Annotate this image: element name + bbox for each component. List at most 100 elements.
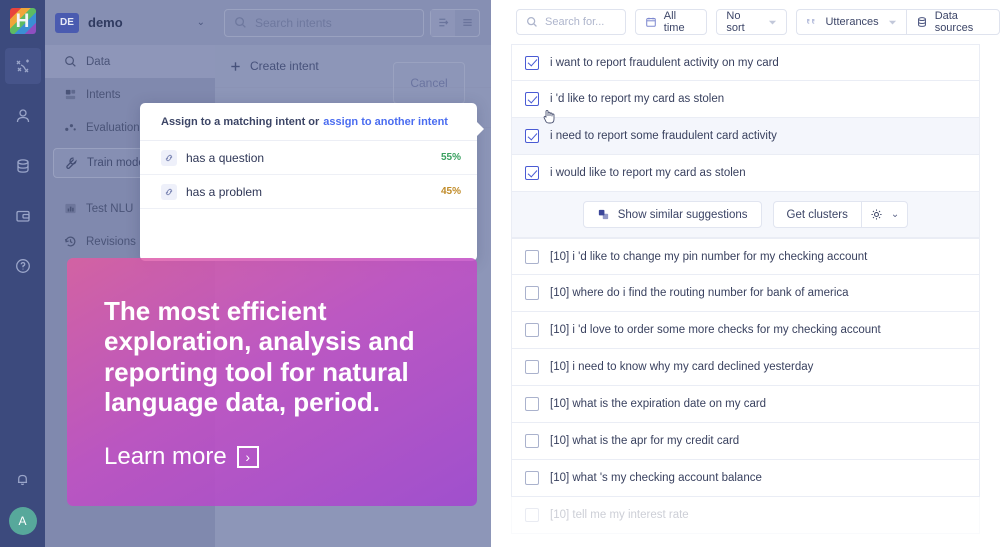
- promo-learn-more-link[interactable]: Learn more ›: [104, 443, 259, 471]
- utterances-filter-label: Utterances: [825, 16, 879, 28]
- row-checkbox[interactable]: [525, 323, 539, 337]
- popover-title: Assign to a matching intent or assign to…: [140, 103, 477, 141]
- wallet-icon: [14, 207, 32, 225]
- row-checkbox[interactable]: [525, 434, 539, 448]
- bell-icon: [14, 471, 31, 488]
- train-model-label: Train model: [87, 157, 148, 169]
- popover-arrow-icon: [476, 121, 484, 137]
- search-intents-input[interactable]: Search intents: [224, 8, 424, 37]
- sidebar-item-data[interactable]: Data: [45, 45, 215, 78]
- intent-confidence: 45%: [440, 186, 461, 197]
- evaluation-icon: [63, 121, 77, 134]
- row-label: i want to report fraudulent activity on …: [550, 56, 779, 69]
- row-label: i need to report some fraudulent card ac…: [550, 130, 777, 142]
- list-item[interactable]: [10] i 'd love to order some more checks…: [511, 312, 980, 349]
- row-label: [10] what is the apr for my credit card: [550, 435, 740, 447]
- intents-icon: [63, 88, 77, 101]
- rail-item-help[interactable]: [5, 248, 41, 284]
- search-placeholder: Search for...: [545, 16, 605, 28]
- promo-cta-label: Learn more: [104, 442, 227, 470]
- row-checkbox[interactable]: [525, 166, 539, 180]
- utterances-filter-button[interactable]: Utterances: [796, 9, 906, 35]
- search-intents-placeholder: Search intents: [255, 15, 332, 30]
- chevron-down-icon: [888, 18, 897, 27]
- search-input[interactable]: Search for...: [516, 9, 626, 35]
- list-item[interactable]: [10] i need to know why my card declined…: [511, 349, 980, 386]
- list-view-button[interactable]: [455, 10, 479, 36]
- app-logo-icon[interactable]: [9, 8, 36, 34]
- wrench-icon: [64, 156, 78, 170]
- rail-item-workflows[interactable]: [4, 48, 41, 84]
- chevron-down-icon: [768, 18, 777, 27]
- database-icon: [916, 16, 928, 28]
- cancel-button[interactable]: Cancel: [393, 62, 465, 104]
- list-item[interactable]: [10] what 's my checking account balance: [511, 460, 980, 497]
- sidebar-item-label: Test NLU: [86, 202, 134, 215]
- list-item[interactable]: i 'd like to report my card as stolen: [511, 81, 980, 118]
- list-item[interactable]: i need to report some fraudulent card ac…: [511, 109, 980, 155]
- promo-title: The most efficient exploration, analysis…: [104, 296, 415, 418]
- row-checkbox[interactable]: [525, 471, 539, 485]
- list-item[interactable]: [10] i 'd like to change my pin number f…: [511, 238, 980, 275]
- help-icon: [14, 257, 32, 275]
- copies-icon: [597, 208, 610, 221]
- row-checkbox[interactable]: [525, 508, 539, 522]
- list-item[interactable]: i would like to report my card as stolen: [511, 155, 980, 192]
- content-toolbar: Search intents: [215, 0, 491, 45]
- data-sources-button[interactable]: Data sources: [905, 9, 1000, 35]
- list-item[interactable]: [10] where do i find the routing number …: [511, 275, 980, 312]
- row-label: [10] i need to know why my card declined…: [550, 361, 814, 373]
- row-label: i 'd like to report my card as stolen: [550, 93, 725, 105]
- chevron-down-icon[interactable]: ⌄: [197, 17, 205, 28]
- list-item[interactable]: [10] what is the expiration date on my c…: [511, 386, 980, 423]
- row-checkbox[interactable]: [525, 249, 539, 264]
- date-filter-button[interactable]: All time: [634, 9, 708, 35]
- view-toggle-group: [430, 8, 480, 37]
- app-root: A DE demo ⌄ Data: [0, 0, 1000, 547]
- sort-filter-button[interactable]: No sort: [716, 9, 788, 35]
- get-clusters-label: Get clusters: [786, 208, 848, 221]
- row-checkbox[interactable]: [525, 129, 539, 143]
- assign-another-intent-link[interactable]: assign to another intent: [323, 116, 448, 128]
- intent-name: has a problem: [186, 184, 263, 199]
- chevron-down-icon: ⌄: [890, 209, 900, 220]
- project-badge: DE: [55, 12, 79, 33]
- clusters-settings-button[interactable]: ⌄: [860, 201, 909, 228]
- intent-match-row[interactable]: has a problem 45%: [140, 175, 477, 209]
- list-item[interactable]: i want to report fraudulent activity on …: [511, 44, 980, 81]
- row-checkbox[interactable]: [525, 360, 539, 374]
- get-clusters-button[interactable]: Get clusters: [772, 201, 861, 228]
- row-checkbox[interactable]: [525, 286, 539, 300]
- list-item[interactable]: [10] what is the apr for my credit card: [511, 423, 980, 460]
- show-similar-suggestions-button[interactable]: Show similar suggestions: [582, 201, 762, 228]
- row-label: [10] tell me my interest rate: [550, 509, 689, 521]
- rail-item-users[interactable]: [5, 98, 41, 134]
- row-label: [10] where do i find the routing number …: [550, 287, 849, 299]
- row-checkbox[interactable]: [525, 397, 539, 411]
- project-selector[interactable]: DE demo ⌄: [45, 0, 215, 45]
- utterance-list[interactable]: i want to report fraudulent activity on …: [491, 44, 1000, 547]
- list-item[interactable]: [10] tell me my interest rate: [511, 497, 980, 534]
- sidebar-item-label: Data: [86, 55, 111, 68]
- promo-banner[interactable]: The most efficient exploration, analysis…: [67, 258, 477, 506]
- row-checkbox[interactable]: [525, 92, 539, 106]
- search-icon: [63, 55, 77, 68]
- search-icon: [526, 16, 538, 28]
- rail-item-notifications[interactable]: [5, 461, 41, 497]
- intent-match-row[interactable]: has a question 55%: [140, 141, 477, 175]
- sidebar-item-label: Revisions: [86, 235, 136, 248]
- row-label: [10] i 'd like to change my pin number f…: [550, 250, 868, 263]
- database-icon: [14, 157, 32, 175]
- rail-item-data[interactable]: [5, 148, 41, 184]
- search-icon: [234, 16, 247, 29]
- clusters-group: Get clusters ⌄: [772, 201, 909, 228]
- create-intent-label: Create intent: [250, 59, 319, 73]
- rail-item-billing[interactable]: [5, 198, 41, 234]
- project-name: demo: [88, 15, 123, 30]
- user-icon: [14, 107, 32, 125]
- row-checkbox[interactable]: [525, 55, 539, 70]
- avatar[interactable]: A: [8, 507, 37, 535]
- show-similar-label: Show similar suggestions: [617, 208, 748, 221]
- tree-view-button[interactable]: [431, 9, 455, 36]
- assign-intent-popover: Assign to a matching intent or assign to…: [140, 103, 484, 261]
